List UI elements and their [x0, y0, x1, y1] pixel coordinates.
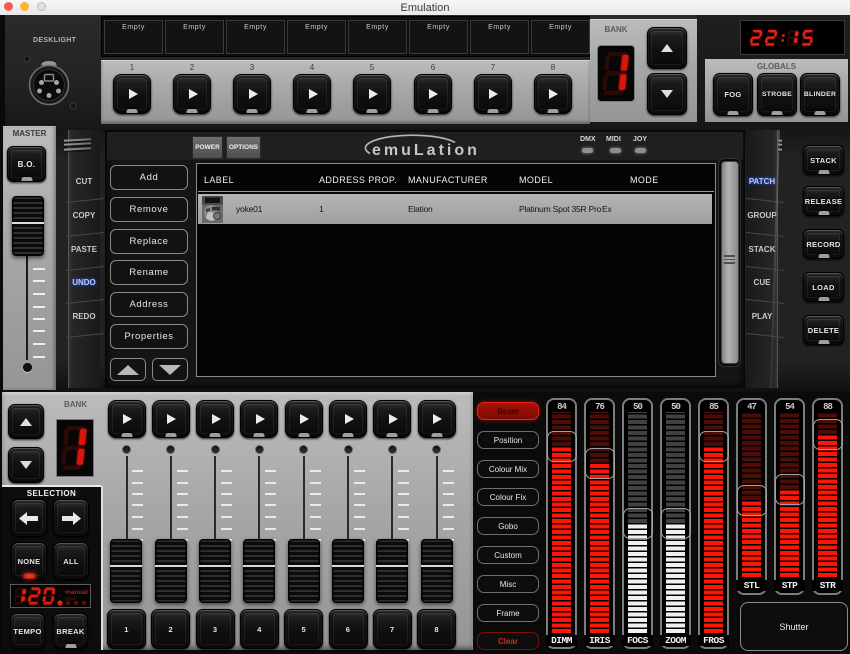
svg-text:manual: manual: [65, 589, 88, 596]
svg-text:emuLation: emuLation: [372, 142, 480, 159]
